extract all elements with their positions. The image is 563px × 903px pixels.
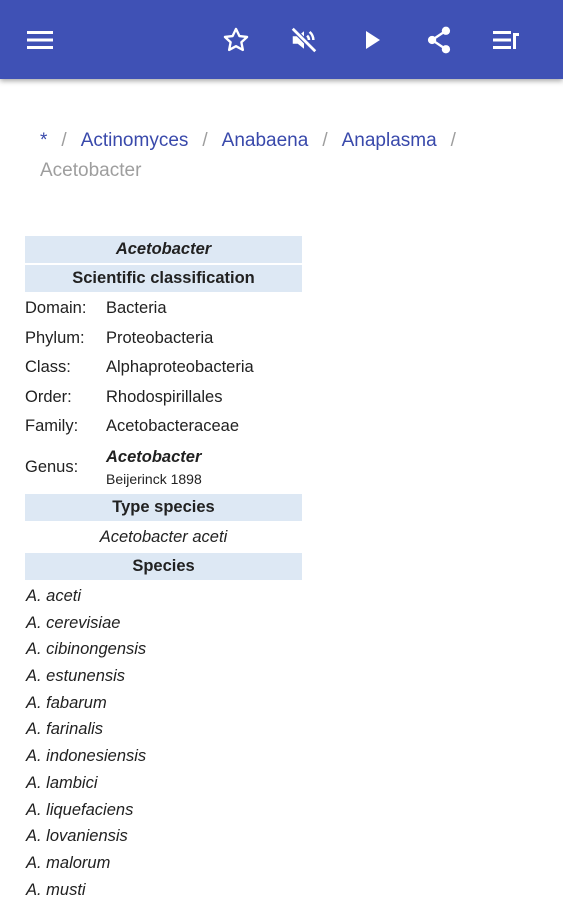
taxon-row-phylum: Phylum: Proteobacteria <box>25 324 302 354</box>
species-item: A. cerevisiae <box>26 613 121 632</box>
type-species-value: Acetobacter aceti <box>99 527 228 546</box>
taxon-value: Rhodospirillales <box>106 387 223 406</box>
species-item: A. cibinongensis <box>26 640 147 659</box>
play-icon[interactable] <box>352 20 392 60</box>
breadcrumb-separator: / <box>450 130 456 151</box>
taxon-label: Family: <box>25 417 79 435</box>
menu-icon[interactable] <box>20 20 60 60</box>
breadcrumb-separator: / <box>202 130 208 151</box>
taxon-label: Domain: <box>25 299 87 317</box>
species-item: A. malorum <box>26 853 111 872</box>
app-bar <box>0 0 563 79</box>
breadcrumb: * / Actinomyces / Anabaena / Anaplasma / Acetob… <box>40 126 530 186</box>
species-item: A. fabarum <box>26 693 107 712</box>
breadcrumb-item-anaplasma[interactable]: Anaplasma <box>342 130 437 151</box>
taxon-label: Phylum: <box>25 328 85 347</box>
breadcrumb-item-anabaena[interactable]: Anabaena <box>222 130 309 151</box>
taxobox-title: Acetobacter <box>25 236 302 263</box>
species-header: Species <box>25 552 302 580</box>
genus-value: Acetobacter Beijerinck 1898 <box>106 446 202 490</box>
taxon-label: Order: <box>25 387 72 406</box>
species-item: A. estunensis <box>26 667 126 686</box>
breadcrumb-separator: / <box>61 130 67 151</box>
species-item: A. aceti <box>26 587 82 605</box>
species-item: A. musti <box>26 880 86 899</box>
star-icon[interactable] <box>216 20 256 60</box>
taxon-value: Acetobacteraceae <box>106 417 240 435</box>
taxon-value: Proteobacteria <box>106 328 214 347</box>
share-icon[interactable] <box>419 20 459 60</box>
taxon-label: Class: <box>25 358 71 376</box>
taxon-row-domain: Domain: Bacteria <box>25 294 302 324</box>
species-item: A. lambici <box>26 773 98 792</box>
classification-header: Scientific classification <box>25 265 302 292</box>
species-item: A. liquefaciens <box>26 800 134 819</box>
taxon-value: Bacteria <box>106 299 167 317</box>
species-item: A. indonesiensis <box>26 747 147 766</box>
volume-off-icon[interactable] <box>284 20 324 60</box>
breadcrumb-separator: / <box>322 130 328 151</box>
playlist-icon[interactable] <box>486 20 526 60</box>
taxon-value: Alphaproteobacteria <box>106 358 254 376</box>
taxobox: Acetobacter Scientific classification Do… <box>25 236 302 582</box>
breadcrumb-item-actinomyces[interactable]: Actinomyces <box>81 130 189 151</box>
taxon-row-genus: Genus: Acetobacter Beijerinck 1898 <box>25 442 302 494</box>
taxon-row-order: Order: Rhodospirillales <box>25 383 302 413</box>
taxon-row-class: Class: Alphaproteobacteria <box>25 353 302 383</box>
type-species-header: Type species <box>25 493 302 521</box>
genus-authority: Beijerinck 1898 <box>106 470 202 487</box>
species-item: A. lovaniensis <box>26 827 128 846</box>
species-list: A. aceti A. cerevisiae A. cibinongensis … <box>26 583 326 903</box>
genus-name: Acetobacter <box>106 447 202 466</box>
taxon-row-family: Family: Acetobacteraceae <box>25 412 302 442</box>
breadcrumb-current: Acetobacter <box>40 160 142 181</box>
species-item: A. farinalis <box>26 720 104 739</box>
breadcrumb-item-home[interactable]: * <box>40 130 47 151</box>
taxon-label: Genus: <box>25 458 79 476</box>
